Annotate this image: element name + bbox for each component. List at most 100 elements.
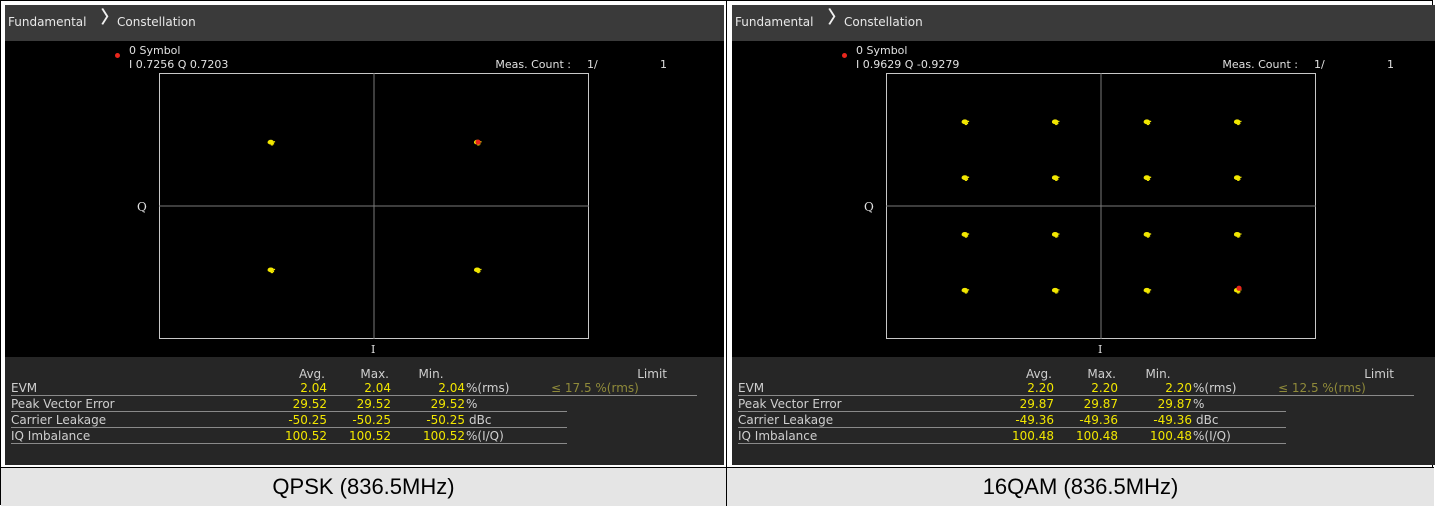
breadcrumb-fundamental[interactable]: Fundamental bbox=[735, 15, 814, 29]
marker-iq-readout: I 0.7256 Q 0.7203 bbox=[129, 58, 229, 71]
col-header-min: Min. bbox=[418, 367, 444, 381]
meas-count-value: 1/ bbox=[587, 58, 598, 71]
col-header-max: Max. bbox=[1087, 367, 1116, 381]
i-axis-label: I bbox=[1098, 343, 1103, 356]
iqi-avg: 100.48 bbox=[1012, 429, 1054, 443]
results-table: Avg. Max. Min. Limit EVM 2.20 2.20 2.20 … bbox=[732, 357, 1435, 465]
results-table: Avg. Max. Min. Limit EVM 2.04 2.04 2.04 … bbox=[5, 357, 724, 465]
iqi-max: 100.52 bbox=[349, 429, 391, 443]
iqi-unit: %(I/Q) bbox=[466, 429, 504, 443]
evm-unit: %(rms) bbox=[466, 381, 510, 395]
breadcrumb-constellation[interactable]: Constellation bbox=[117, 15, 196, 29]
evm-limit: ≤ 17.5 %(rms) bbox=[551, 381, 639, 395]
marker-title: 0 Symbol bbox=[856, 44, 908, 57]
cl-min: -50.25 bbox=[426, 413, 465, 427]
row-divider bbox=[11, 443, 567, 444]
constellation-panel-qpsk: Fundamental 〉 Constellation 0 Symbol I 0… bbox=[5, 5, 724, 465]
meas-count-label: Meas. Count : bbox=[495, 58, 571, 71]
marker-point bbox=[1236, 285, 1242, 291]
row-divider bbox=[738, 427, 1286, 428]
col-header-avg: Avg. bbox=[1025, 367, 1052, 381]
chevron-right-icon: 〉 bbox=[101, 8, 118, 28]
row-divider bbox=[11, 427, 567, 428]
meas-count-total: 1 bbox=[660, 58, 667, 71]
pve-avg: 29.52 bbox=[292, 397, 327, 411]
row-divider bbox=[11, 411, 567, 412]
row-divider bbox=[11, 395, 697, 396]
evm-limit: ≤ 12.5 %(rms) bbox=[1278, 381, 1366, 395]
symbol-point bbox=[267, 267, 276, 274]
breadcrumb: Fundamental 〉 Constellation bbox=[732, 5, 1435, 41]
caption-right: 16QAM (836.5MHz) bbox=[727, 468, 1434, 506]
result-label-evm: EVM bbox=[738, 381, 765, 395]
marker-title: 0 Symbol bbox=[129, 44, 181, 57]
col-header-min: Min. bbox=[1145, 367, 1171, 381]
evm-max: 2.04 bbox=[364, 381, 391, 395]
chevron-right-icon: 〉 bbox=[828, 8, 845, 28]
cl-max: -50.25 bbox=[352, 413, 391, 427]
symbol-point bbox=[1233, 231, 1242, 238]
row-divider bbox=[738, 443, 1286, 444]
meas-count-total: 1 bbox=[1387, 58, 1394, 71]
result-label-iq-imbalance: IQ Imbalance bbox=[11, 429, 91, 443]
col-header-avg: Avg. bbox=[298, 367, 325, 381]
cl-unit: dBc bbox=[469, 413, 492, 427]
result-label-carrier-leakage: Carrier Leakage bbox=[11, 413, 107, 427]
constellation-plot[interactable] bbox=[159, 73, 589, 339]
symbol-point bbox=[1143, 231, 1152, 238]
symbol-point bbox=[961, 287, 970, 294]
symbol-point bbox=[267, 139, 276, 146]
result-label-carrier-leakage: Carrier Leakage bbox=[738, 413, 834, 427]
evm-avg: 2.20 bbox=[1027, 381, 1054, 395]
symbol-point bbox=[1143, 175, 1152, 181]
symbol-point bbox=[1051, 175, 1060, 181]
breadcrumb-fundamental[interactable]: Fundamental bbox=[8, 15, 87, 29]
caption-left: QPSK (836.5MHz) bbox=[1, 468, 726, 506]
pve-min: 29.52 bbox=[430, 397, 465, 411]
q-axis-label: Q bbox=[864, 200, 874, 214]
marker-point bbox=[475, 139, 481, 145]
cl-avg: -49.36 bbox=[1015, 413, 1054, 427]
cl-avg: -50.25 bbox=[288, 413, 327, 427]
pve-unit: % bbox=[466, 397, 478, 411]
evm-unit: %(rms) bbox=[1193, 381, 1237, 395]
iqi-min: 100.52 bbox=[423, 429, 465, 443]
panel-divider bbox=[726, 1, 727, 506]
pve-unit: % bbox=[1193, 397, 1205, 411]
constellation-panel-16qam: Fundamental 〉 Constellation 0 Symbol I 0… bbox=[732, 5, 1435, 465]
symbol-point bbox=[961, 231, 970, 238]
symbol-point bbox=[1051, 287, 1060, 294]
pve-avg: 29.87 bbox=[1019, 397, 1054, 411]
pve-max: 29.52 bbox=[356, 397, 391, 411]
marker-iq-readout: I 0.9629 Q -0.9279 bbox=[856, 58, 960, 71]
result-label-peak-vector-error: Peak Vector Error bbox=[11, 397, 115, 411]
col-header-limit: Limit bbox=[637, 367, 667, 381]
symbol-point bbox=[1051, 119, 1060, 126]
cl-min: -49.36 bbox=[1153, 413, 1192, 427]
cl-unit: dBc bbox=[1196, 413, 1219, 427]
pve-max: 29.87 bbox=[1083, 397, 1118, 411]
marker-dot-icon bbox=[842, 53, 847, 58]
symbol-point bbox=[1143, 119, 1152, 126]
figure-frame: Fundamental 〉 Constellation 0 Symbol I 0… bbox=[0, 0, 1435, 506]
constellation-plot[interactable] bbox=[886, 73, 1316, 339]
i-axis-label: I bbox=[371, 343, 376, 356]
row-divider bbox=[738, 395, 1414, 396]
symbol-point bbox=[1233, 175, 1242, 181]
meas-count-value: 1/ bbox=[1314, 58, 1325, 71]
symbol-point bbox=[1143, 287, 1152, 294]
evm-min: 2.20 bbox=[1165, 381, 1192, 395]
symbol-point bbox=[1051, 231, 1060, 238]
symbol-point bbox=[961, 119, 970, 126]
col-header-limit: Limit bbox=[1364, 367, 1394, 381]
breadcrumb-constellation[interactable]: Constellation bbox=[844, 15, 923, 29]
evm-avg: 2.04 bbox=[300, 381, 327, 395]
meas-count-label: Meas. Count : bbox=[1222, 58, 1298, 71]
q-axis-label: Q bbox=[137, 200, 147, 214]
cl-max: -49.36 bbox=[1079, 413, 1118, 427]
symbol-point bbox=[1233, 119, 1242, 126]
evm-max: 2.20 bbox=[1091, 381, 1118, 395]
result-label-iq-imbalance: IQ Imbalance bbox=[738, 429, 818, 443]
iqi-min: 100.48 bbox=[1150, 429, 1192, 443]
col-header-max: Max. bbox=[360, 367, 389, 381]
